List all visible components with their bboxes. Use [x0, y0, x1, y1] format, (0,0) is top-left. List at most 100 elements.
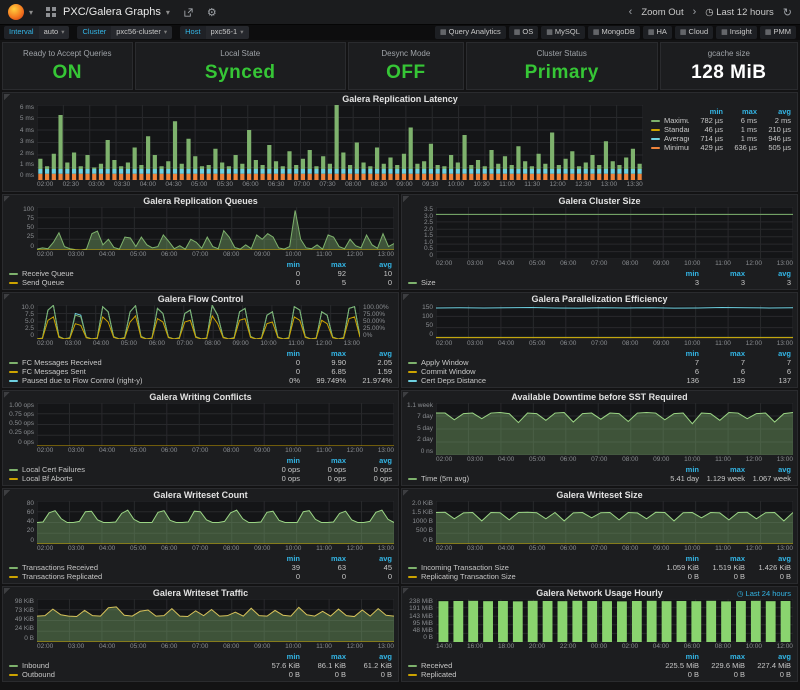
dashboard-link-pmm[interactable]: ▦PMM	[760, 26, 796, 39]
dashboard-link-ha[interactable]: ▦HA	[643, 26, 672, 39]
dashboard-link-mongodb[interactable]: ▦MongoDB	[588, 26, 640, 39]
y-tick-label: 0.50 ops	[9, 421, 34, 428]
chevron-down-icon[interactable]: ▾	[29, 8, 33, 17]
series-toggle[interactable]: FC Messages Sent	[22, 367, 254, 376]
chart-canvas[interactable]	[37, 501, 394, 544]
legend-value: 3	[699, 278, 745, 287]
legend-header: minmaxavg	[408, 652, 791, 661]
series-toggle[interactable]: Commit Window	[421, 367, 653, 376]
x-axis: 02:0003:0004:0005:0006:0007:0008:0009:00…	[37, 250, 394, 259]
panel-galera-network-usage-hourly: Galera Network Usage Hourly ◷ Last 24 hou…	[401, 586, 798, 682]
chart-canvas[interactable]	[37, 305, 360, 339]
series-toggle[interactable]: Size	[421, 278, 653, 287]
filter-value-dropdown[interactable]: pxc56-1▾	[206, 26, 249, 38]
series-toggle[interactable]: Incoming Transaction Size	[421, 563, 653, 572]
legend-col-max: max	[300, 652, 346, 661]
share-icon[interactable]	[183, 7, 194, 18]
chart-svg-galera-writing-conflicts	[37, 403, 394, 446]
filter-value-dropdown[interactable]: pxc56-cluster▾	[111, 26, 172, 38]
refresh-icon[interactable]: ↻	[783, 6, 792, 19]
x-tick-label: 12:00	[347, 250, 363, 259]
series-toggle[interactable]: Send Queue	[22, 278, 254, 287]
series-toggle[interactable]: Replicating Transaction Size	[421, 572, 653, 581]
chart-canvas[interactable]	[436, 599, 793, 642]
legend-row: Transactions Replicated000	[9, 572, 392, 581]
time-picker[interactable]: ◷ Last 12 hours	[705, 7, 774, 18]
panel-title[interactable]: Galera Replication Latency	[342, 94, 458, 105]
y-tick-label: 0 ms	[20, 173, 34, 180]
series-toggle[interactable]: Average	[664, 134, 689, 143]
stat-panel-title[interactable]: Local State	[220, 49, 260, 58]
gear-icon[interactable]: ⚙	[207, 6, 217, 19]
series-color-swatch	[408, 567, 417, 569]
series-toggle[interactable]: FC Messages Received	[22, 358, 254, 367]
legend-value: 137	[745, 376, 791, 385]
stat-panel-title[interactable]: gcache size	[708, 49, 750, 58]
dashboard-link-insight[interactable]: ▦Insight	[716, 26, 757, 39]
chart-canvas[interactable]	[37, 105, 643, 180]
x-tick-label: 12:00	[347, 642, 363, 651]
time-shift-back-button[interactable]: ‹	[629, 6, 633, 18]
stat-panel-title[interactable]: Cluster Status	[537, 49, 587, 58]
x-tick-label: 07:00	[192, 446, 208, 455]
chart-canvas[interactable]	[37, 403, 394, 446]
panel-title[interactable]: Galera Network Usage Hourly	[536, 588, 663, 599]
dashboard-link-os[interactable]: ▦OS	[509, 26, 538, 39]
series-toggle[interactable]: Inbound	[22, 661, 254, 670]
stat-panel-title[interactable]: Desync Mode	[381, 49, 430, 58]
dashboard-link-cloud[interactable]: ▦Cloud	[675, 26, 713, 39]
filter-value-dropdown[interactable]: auto▾	[39, 26, 70, 38]
chart-canvas[interactable]	[37, 599, 394, 642]
series-toggle[interactable]: Apply Window	[421, 358, 653, 367]
series-toggle[interactable]: Local Cert Failures	[22, 465, 254, 474]
legend-row: Incoming Transaction Size1.059 KiB1.519 …	[408, 563, 791, 572]
series-toggle[interactable]: Transactions Replicated	[22, 572, 254, 581]
series-toggle[interactable]: Transactions Received	[22, 563, 254, 572]
series-toggle[interactable]: Cert Deps Distance	[421, 376, 653, 385]
series-toggle[interactable]: Maximum	[664, 116, 689, 125]
x-tick-label: 05:00	[130, 446, 146, 455]
series-toggle[interactable]: Paused due to Flow Control (right-y)	[22, 376, 254, 385]
series-toggle[interactable]: Receive Queue	[22, 269, 254, 278]
series-toggle[interactable]: Replicated	[421, 670, 653, 679]
legend-value: 636 µs	[723, 143, 757, 152]
panel-title[interactable]: Galera Parallelization Efficiency	[531, 294, 667, 305]
x-tick-label: 02:00	[436, 544, 452, 553]
chart-canvas[interactable]	[436, 207, 793, 259]
dashboard-link-mysql[interactable]: ▦MySQL	[541, 26, 585, 39]
series-toggle[interactable]: Minimum	[664, 143, 689, 152]
chart-canvas[interactable]	[436, 403, 793, 455]
stat-panel-title[interactable]: Ready to Accept Queries	[23, 49, 112, 58]
stat-panel-value: Primary	[525, 62, 599, 84]
panel-title[interactable]: Galera Writeset Count	[153, 490, 247, 501]
panel-title[interactable]: Available Downtime before SST Required	[511, 392, 687, 403]
legend-value: 0	[346, 278, 392, 287]
panel-title[interactable]: Galera Replication Queues	[143, 196, 258, 207]
panel-title[interactable]: Galera Writeset Traffic	[153, 588, 248, 599]
time-shift-forward-button[interactable]: ›	[693, 6, 697, 18]
panel-galera-writing-conflicts: Galera Writing Conflicts1.00 ops0.75 ops…	[2, 390, 399, 486]
legend-value: 21.974%	[346, 376, 392, 385]
y-tick-label: 60	[27, 510, 34, 517]
y-tick-label: 73 KiB	[15, 608, 34, 615]
panel-time-range[interactable]: ◷ Last 24 hours	[737, 589, 791, 598]
chart-canvas[interactable]	[37, 207, 394, 250]
series-toggle[interactable]: Received	[421, 661, 653, 670]
chevron-down-icon[interactable]: ▾	[166, 8, 170, 17]
dashboard-title[interactable]: PXC/Galera Graphs	[63, 6, 161, 18]
chart-canvas[interactable]	[436, 501, 793, 544]
panel-title[interactable]: Galera Flow Control	[158, 294, 244, 305]
legend-col-min: min	[254, 652, 300, 661]
chart-canvas[interactable]	[436, 305, 793, 339]
dashboard-link-query-analytics[interactable]: ▦Query Analytics	[435, 26, 506, 39]
series-toggle[interactable]: Time (5m avg)	[421, 474, 653, 483]
x-tick-label: 10:00	[448, 180, 464, 189]
panel-title[interactable]: Galera Cluster Size	[558, 196, 640, 207]
panel-title[interactable]: Galera Writeset Size	[556, 490, 642, 501]
panel-title[interactable]: Galera Writing Conflicts	[149, 392, 251, 403]
grafana-logo[interactable]	[8, 4, 24, 20]
series-toggle[interactable]: Local Bf Aborts	[22, 474, 254, 483]
series-toggle[interactable]: Standard Deviation	[664, 125, 689, 134]
zoom-out-button[interactable]: Zoom Out	[641, 7, 683, 18]
series-toggle[interactable]: Outbound	[22, 670, 254, 679]
